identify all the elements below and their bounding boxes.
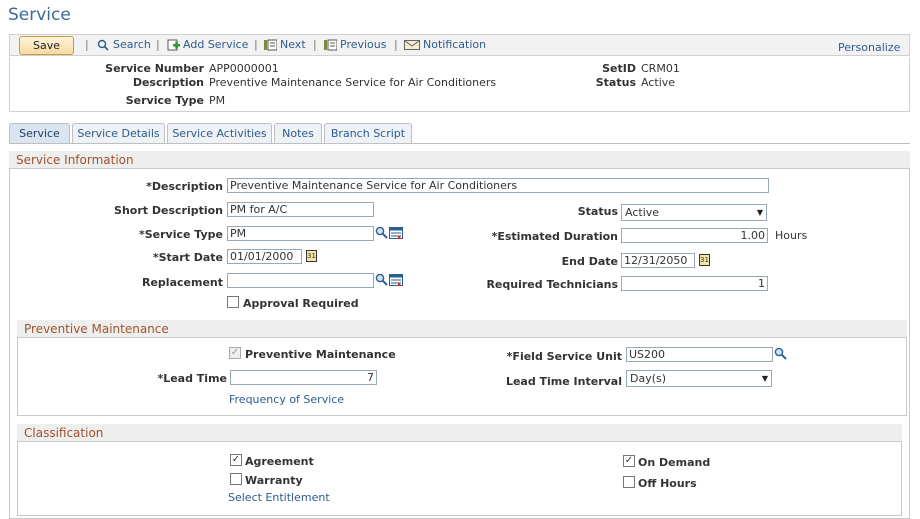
setid-label: SetID bbox=[602, 62, 636, 75]
short-description-label: Short Description bbox=[114, 204, 223, 217]
lead-time-interval-value: Day(s) bbox=[630, 372, 667, 385]
select-entitlement-link[interactable]: Select Entitlement bbox=[228, 491, 330, 504]
service-type-detail-icon[interactable] bbox=[389, 227, 403, 239]
description-label: Description bbox=[132, 76, 204, 89]
agreement-checkbox[interactable]: ✓ bbox=[230, 454, 242, 466]
setid-value: CRM01 bbox=[641, 62, 680, 75]
approval-required-checkbox[interactable] bbox=[227, 296, 239, 308]
search-icon bbox=[97, 39, 109, 51]
calendar-icon[interactable]: 31 bbox=[699, 254, 710, 266]
service-type-input[interactable]: PM bbox=[227, 226, 374, 241]
page-title: Service bbox=[8, 5, 71, 25]
notification-label: Notification bbox=[423, 38, 487, 51]
off-hours-label: Off Hours bbox=[638, 477, 697, 490]
approval-required-label: Approval Required bbox=[243, 297, 359, 310]
replacement-lookup-icon[interactable] bbox=[375, 273, 388, 286]
description-input[interactable]: Preventive Maintenance Service for Air C… bbox=[227, 178, 769, 193]
chevron-down-icon: ▼ bbox=[756, 208, 763, 217]
next-link[interactable]: Next bbox=[264, 38, 306, 51]
description-value: Preventive Maintenance Service for Air C… bbox=[209, 76, 497, 89]
notification-icon bbox=[404, 39, 420, 50]
tab-service-details[interactable]: Service Details bbox=[72, 123, 165, 143]
replacement-input[interactable] bbox=[227, 273, 374, 288]
chevron-down-icon: ▼ bbox=[761, 374, 768, 383]
agreement-label: Agreement bbox=[245, 455, 314, 468]
toolbar-separator: | bbox=[254, 38, 258, 51]
on-demand-checkbox[interactable]: ✓ bbox=[623, 455, 635, 467]
add-icon bbox=[167, 39, 180, 50]
tab-service-activities[interactable]: Service Activities bbox=[167, 123, 272, 143]
previous-icon bbox=[324, 39, 337, 50]
service-number-label: Service Number bbox=[105, 62, 204, 75]
replacement-detail-icon[interactable] bbox=[389, 274, 403, 286]
end-date-label: End Date bbox=[561, 255, 618, 268]
field-service-unit-label: *Field Service Unit bbox=[506, 350, 622, 363]
add-service-link[interactable]: Add Service bbox=[167, 38, 248, 51]
service-type-field-label: *Service Type bbox=[138, 228, 223, 241]
estimated-duration-input[interactable]: 1.00 bbox=[621, 228, 768, 243]
duration-unit: Hours bbox=[775, 229, 808, 242]
warranty-label: Warranty bbox=[245, 474, 303, 487]
required-technicians-input[interactable]: 1 bbox=[621, 276, 768, 291]
lead-time-input[interactable]: 7 bbox=[230, 370, 377, 385]
off-hours-checkbox[interactable] bbox=[623, 476, 635, 488]
previous-label: Previous bbox=[340, 38, 387, 51]
preventive-maintenance-checkbox: ✓ bbox=[229, 347, 241, 359]
service-type-lookup-icon[interactable] bbox=[375, 226, 388, 239]
on-demand-label: On Demand bbox=[638, 456, 711, 469]
tab-divider bbox=[9, 143, 910, 144]
field-service-unit-input[interactable]: US200 bbox=[626, 347, 773, 362]
service-type-value: PM bbox=[209, 94, 226, 107]
add-service-label: Add Service bbox=[183, 38, 249, 51]
estimated-duration-label: *Estimated Duration bbox=[491, 230, 618, 243]
tab-service[interactable]: Service bbox=[9, 123, 70, 143]
status-value: Active bbox=[641, 76, 676, 89]
lead-time-label: *Lead Time bbox=[157, 372, 227, 385]
replacement-label: Replacement bbox=[142, 276, 223, 289]
previous-link[interactable]: Previous bbox=[324, 38, 387, 51]
search-label: Search bbox=[113, 38, 151, 51]
service-number-value: APP0000001 bbox=[209, 62, 279, 75]
description-field-label: *Description bbox=[146, 180, 223, 193]
end-date-input[interactable]: 12/31/2050 bbox=[621, 253, 695, 268]
toolbar-separator: | bbox=[313, 38, 317, 51]
classification-header: Classification bbox=[17, 424, 902, 442]
notification-link[interactable]: Notification bbox=[404, 38, 486, 51]
search-link[interactable]: Search bbox=[97, 38, 151, 51]
short-description-input[interactable]: PM for A/C bbox=[227, 202, 374, 217]
status-label: Status bbox=[595, 76, 636, 89]
tab-branch-script[interactable]: Branch Script bbox=[324, 123, 412, 143]
lead-time-interval-label: Lead Time Interval bbox=[505, 375, 622, 388]
check-icon: ✓ bbox=[624, 455, 634, 466]
next-label: Next bbox=[280, 38, 306, 51]
tab-notes[interactable]: Notes bbox=[274, 123, 322, 143]
next-icon bbox=[264, 39, 277, 50]
check-icon: ✓ bbox=[230, 347, 240, 358]
start-date-input[interactable]: 01/01/2000 bbox=[227, 249, 302, 264]
status-select-value: Active bbox=[625, 206, 660, 219]
toolbar-separator: | bbox=[394, 38, 398, 51]
warranty-checkbox[interactable] bbox=[230, 473, 242, 485]
service-information-header: Service Information bbox=[9, 151, 910, 169]
preventive-maintenance-label: Preventive Maintenance bbox=[245, 348, 396, 361]
status-field-label: Status bbox=[577, 205, 618, 218]
check-icon: ✓ bbox=[231, 454, 241, 465]
start-date-label: *Start Date bbox=[152, 251, 223, 264]
lead-time-interval-select[interactable]: Day(s) ▼ bbox=[626, 370, 772, 387]
personalize-link[interactable]: Personalize bbox=[838, 41, 900, 54]
toolbar-separator: | bbox=[85, 38, 89, 51]
frequency-of-service-link[interactable]: Frequency of Service bbox=[229, 393, 344, 406]
field-service-unit-lookup-icon[interactable] bbox=[774, 347, 787, 360]
preventive-maintenance-header: Preventive Maintenance bbox=[17, 320, 907, 338]
calendar-icon[interactable]: 31 bbox=[306, 250, 317, 262]
toolbar-separator: | bbox=[156, 38, 160, 51]
required-technicians-label: Required Technicians bbox=[486, 278, 618, 291]
status-select[interactable]: Active ▼ bbox=[621, 204, 767, 221]
save-button[interactable]: Save bbox=[19, 36, 74, 55]
service-type-label: Service Type bbox=[125, 94, 204, 107]
